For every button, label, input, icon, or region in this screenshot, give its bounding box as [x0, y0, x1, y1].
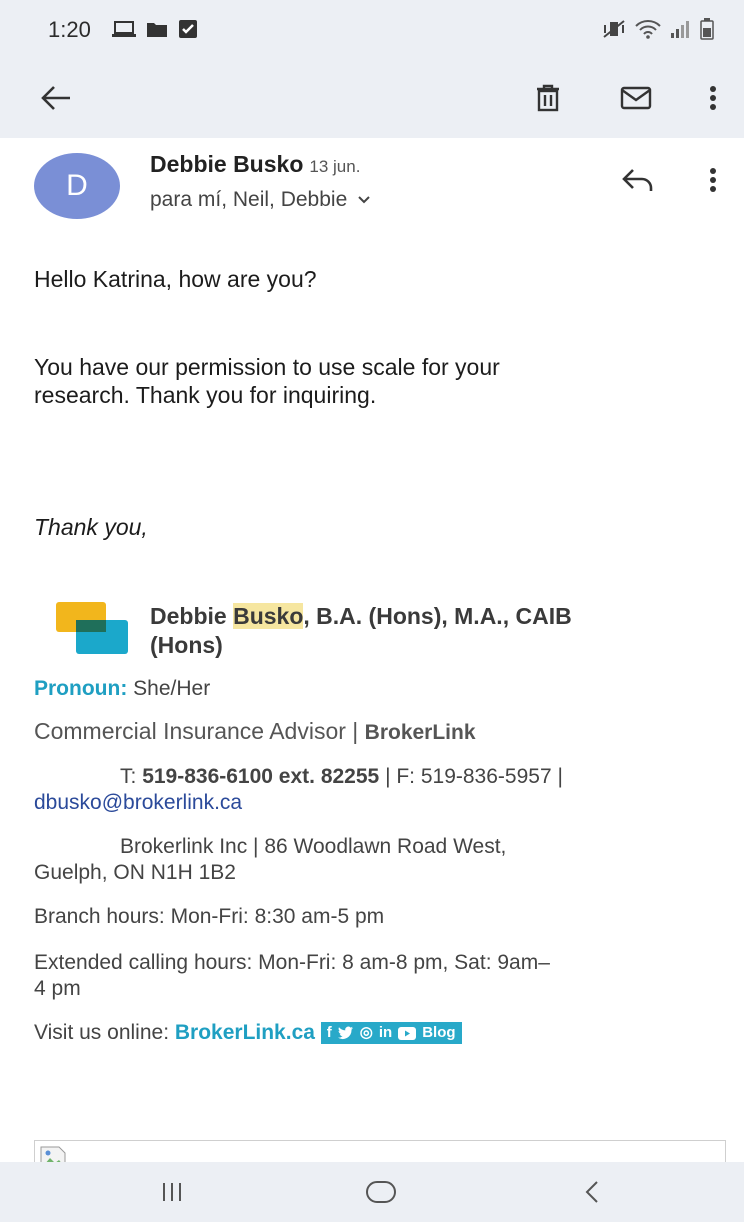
chevron-down-icon: [358, 196, 370, 204]
social-links: f ◎ in Blog: [320, 1020, 462, 1046]
pronoun-line: Pronoun: She/Her: [34, 676, 724, 702]
branch-hours: Branch hours: Mon-Fri: 8:30 am-5 pm: [34, 905, 385, 928]
more-vert-icon: [710, 86, 716, 110]
home-button[interactable]: [356, 1172, 406, 1212]
closing: Thank you,: [34, 514, 148, 540]
company-name: BrokerLink: [364, 721, 476, 744]
body-paragraph-line-1: You have our permission to use scale for…: [34, 354, 500, 380]
visit-label: Visit us online:: [34, 1021, 170, 1044]
visit-line: Visit us online: BrokerLink.ca f ◎ in Bl…: [34, 1020, 724, 1046]
blog-link[interactable]: Blog: [422, 1020, 455, 1046]
checkbox-icon: [179, 20, 197, 38]
recents-icon: [163, 1183, 181, 1201]
reply-button[interactable]: [616, 160, 660, 200]
facebook-icon[interactable]: f: [327, 1020, 332, 1046]
signal-icon: [671, 21, 689, 38]
pronoun-label: Pronoun:: [34, 677, 128, 700]
mark-unread-button[interactable]: [614, 76, 658, 120]
signature-name: Debbie Busko, B.A. (Hons), M.A., CAIB (H…: [150, 603, 572, 658]
linkedin-icon[interactable]: in: [379, 1020, 392, 1046]
message-more-button[interactable]: [698, 160, 728, 200]
wifi-icon: [635, 20, 661, 39]
pronoun-value: She/Her: [133, 677, 211, 700]
reply-icon: [622, 169, 653, 191]
more-options-button[interactable]: [696, 76, 730, 120]
back-arrow-icon: [41, 86, 70, 110]
back-icon: [585, 1181, 598, 1203]
status-right-icons: [602, 18, 714, 40]
recipients-text: para mí, Neil, Debbie: [150, 188, 348, 211]
status-left-icons: [112, 19, 198, 39]
twitter-icon[interactable]: [337, 1026, 354, 1040]
app-bar: [0, 58, 744, 138]
status-bar: 1:20: [0, 0, 744, 58]
job-title-line: Commercial Insurance Advisor | BrokerLin…: [34, 718, 724, 746]
highlighted-name: Busko: [233, 603, 304, 629]
laptop-icon: [112, 21, 136, 37]
recipients-toggle[interactable]: para mí, Neil, Debbie: [150, 188, 371, 212]
address-line-1: Brokerlink Inc | 86 Woodlawn Road West,: [120, 835, 507, 858]
email-date: 13 jun.: [309, 157, 361, 176]
back-button[interactable]: [34, 76, 78, 120]
trash-icon: [537, 84, 559, 112]
address-line-2: Guelph, ON N1H 1B2: [34, 861, 236, 884]
sender-name: Debbie Busko: [150, 151, 304, 177]
fax-number: | F: 519-836-5957 |: [385, 765, 563, 788]
sender-header: Debbie Busko 13 jun.: [150, 151, 360, 178]
extended-hours-line-1: Extended calling hours: Mon-Fri: 8 am-8 …: [34, 951, 550, 974]
brokerlink-logo: [56, 602, 128, 654]
website-link[interactable]: BrokerLink.ca: [175, 1021, 315, 1044]
folder-icon: [147, 23, 167, 37]
system-nav-bar: [0, 1162, 744, 1222]
mail-icon: [620, 86, 652, 110]
status-time: 1:20: [48, 17, 91, 42]
mute-vibrate-icon: [603, 20, 625, 38]
email-link[interactable]: dbusko@brokerlink.ca: [34, 790, 724, 816]
more-vert-icon: [710, 168, 716, 192]
youtube-icon[interactable]: [398, 1026, 417, 1040]
job-title: Commercial Insurance Advisor |: [34, 718, 359, 744]
delete-button[interactable]: [526, 76, 570, 120]
phone-number[interactable]: 519-836-6100 ext. 82255: [142, 765, 379, 788]
home-icon: [366, 1181, 396, 1203]
battery-icon: [700, 18, 714, 40]
body-paragraph-line-2: research. Thank you for inquiring.: [34, 382, 377, 408]
greeting: Hello Katrina, how are you?: [34, 266, 317, 292]
instagram-icon[interactable]: ◎: [360, 1020, 373, 1046]
system-back-button[interactable]: [570, 1172, 614, 1212]
phone-line: T: 519-836-6100 ext. 82255 | F: 519-836-…: [120, 765, 563, 788]
avatar[interactable]: D: [34, 153, 120, 219]
recents-button[interactable]: [150, 1172, 194, 1212]
extended-hours-line-2: 4 pm: [34, 977, 81, 1000]
